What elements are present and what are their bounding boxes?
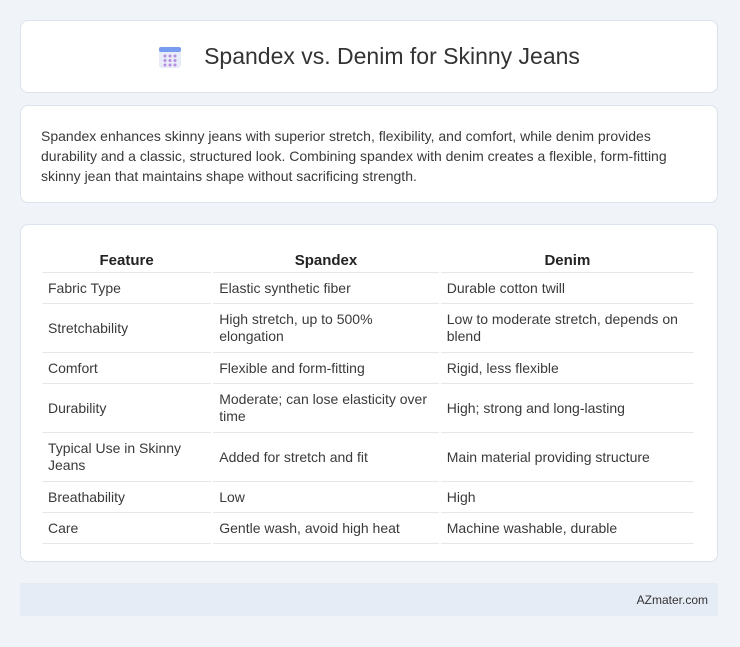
summary-text: Spandex enhances skinny jeans with super… xyxy=(41,128,667,184)
denim-cell: High; strong and long-lasting xyxy=(440,384,694,433)
table-row: Typical Use in Skinny Jeans Added for st… xyxy=(42,433,694,482)
footer-site-name: AZmater.com xyxy=(636,592,708,607)
table-row: Durability Moderate; can lose elasticity… xyxy=(42,384,694,433)
table-row: Stretchability High stretch, up to 500% … xyxy=(42,304,694,353)
feature-cell: Stretchability xyxy=(42,304,212,353)
spandex-cell: Elastic synthetic fiber xyxy=(213,273,439,304)
feature-cell: Typical Use in Skinny Jeans xyxy=(42,433,212,482)
feature-cell: Care xyxy=(42,513,212,544)
denim-cell: Rigid, less flexible xyxy=(440,353,694,384)
summary-card: Spandex enhances skinny jeans with super… xyxy=(20,105,718,203)
spandex-cell: Low xyxy=(213,482,439,513)
spandex-cell: Flexible and form-fitting xyxy=(213,353,439,384)
spandex-cell: Moderate; can lose elasticity over time xyxy=(213,384,439,433)
denim-cell: Main material providing structure xyxy=(440,433,694,482)
denim-cell: Machine washable, durable xyxy=(440,513,694,544)
table-header-row: Feature Spandex Denim xyxy=(42,244,694,273)
feature-cell: Fabric Type xyxy=(42,273,212,304)
footer-bar: AZmater.com xyxy=(20,583,718,616)
spandex-cell: Gentle wash, avoid high heat xyxy=(213,513,439,544)
spandex-cell: Added for stretch and fit xyxy=(213,433,439,482)
spandex-cell: High stretch, up to 500% elongation xyxy=(213,304,439,353)
table-row: Care Gentle wash, avoid high heat Machin… xyxy=(42,513,694,544)
feature-cell: Comfort xyxy=(42,353,212,384)
title-card: Spandex vs. Denim for Skinny Jeans xyxy=(20,20,718,93)
calendar-grid-icon xyxy=(158,45,182,69)
comparison-table: Feature Spandex Denim Fabric Type Elasti… xyxy=(40,244,696,544)
denim-cell: Durable cotton twill xyxy=(440,273,694,304)
table-row: Fabric Type Elastic synthetic fiber Dura… xyxy=(42,273,694,304)
denim-cell: High xyxy=(440,482,694,513)
denim-cell: Low to moderate stretch, depends on blen… xyxy=(440,304,694,353)
page-title: Spandex vs. Denim for Skinny Jeans xyxy=(204,43,580,69)
header-spandex: Spandex xyxy=(213,244,439,273)
header-denim: Denim xyxy=(440,244,694,273)
table-row: Breathability Low High xyxy=(42,482,694,513)
feature-cell: Durability xyxy=(42,384,212,433)
header-feature: Feature xyxy=(42,244,212,273)
feature-cell: Breathability xyxy=(42,482,212,513)
table-row: Comfort Flexible and form-fitting Rigid,… xyxy=(42,353,694,384)
comparison-table-card: Feature Spandex Denim Fabric Type Elasti… xyxy=(20,224,718,562)
